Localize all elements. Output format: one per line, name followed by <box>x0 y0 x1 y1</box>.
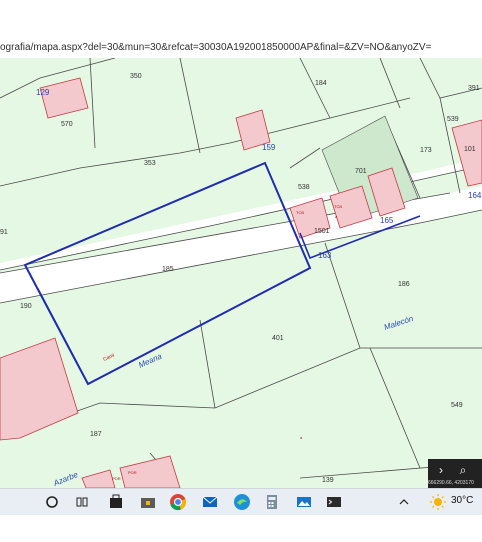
parcel-mark-1: a <box>300 435 303 440</box>
cadastral-map[interactable]: 350 184 570 353 538 173 391 539 101 701 … <box>0 58 482 488</box>
blank-area <box>0 515 482 542</box>
url-text[interactable]: ografia/mapa.aspx?del=30&mun=30&refcat=3… <box>0 42 431 53</box>
house-number-163: 163 <box>318 251 332 260</box>
parcel-185: 185 <box>162 266 174 273</box>
sun-icon[interactable] <box>428 492 448 512</box>
house-number-159: 159 <box>262 143 276 152</box>
parcel-139: 139 <box>322 477 334 484</box>
parcel-1501: 1501 <box>314 228 330 235</box>
task-view-icon[interactable] <box>72 492 92 512</box>
street-azarbe: Azarbe <box>51 470 79 488</box>
building-label-por-2: POR <box>128 470 137 475</box>
parcel-173: 173 <box>420 147 432 154</box>
magnifier-icon[interactable]: ⌕ <box>454 461 472 479</box>
house-number-164: 164 <box>468 191 482 200</box>
browser-address-bar[interactable]: ografia/mapa.aspx?del=30&mun=30&refcat=3… <box>0 38 482 59</box>
parcel-538: 538 <box>298 184 310 191</box>
parcel-91: 91 <box>0 229 8 236</box>
store-bag-icon[interactable] <box>106 492 126 512</box>
chrome-icon[interactable] <box>168 492 188 512</box>
building-label-por-1: POR <box>112 476 121 481</box>
temperature-text[interactable]: 30°C <box>451 495 473 506</box>
parcel-184: 184 <box>315 80 327 87</box>
store-icon[interactable] <box>138 492 158 512</box>
parcel-101: 101 <box>464 146 476 153</box>
circle-search-icon[interactable] <box>42 492 62 512</box>
house-number-165: 165 <box>380 216 394 225</box>
chevron-right-icon[interactable]: › <box>432 461 450 479</box>
parcel-186: 186 <box>398 281 410 288</box>
chevron-up-icon[interactable] <box>394 492 414 512</box>
parcel-701: 701 <box>355 168 367 175</box>
parcel-570: 570 <box>61 121 73 128</box>
photos-icon[interactable] <box>294 492 314 512</box>
parcel-549: 549 <box>451 402 463 409</box>
parcel-187: 187 <box>90 431 102 438</box>
terminal-icon[interactable] <box>324 492 344 512</box>
street-cami: Cami <box>102 353 115 363</box>
edge-icon[interactable] <box>232 492 252 512</box>
house-number-129: 129 <box>36 88 50 97</box>
street-malecon: Malecón <box>383 314 415 332</box>
mail-icon[interactable] <box>200 492 220 512</box>
parcel-190: 190 <box>20 303 32 310</box>
calculator-icon[interactable] <box>262 492 282 512</box>
building-label-tcb-1: TCB <box>296 210 304 215</box>
coordinate-readout: 666290.66, 4203170 <box>428 480 482 488</box>
screen: ografia/mapa.aspx?del=30&mun=30&refcat=3… <box>0 0 482 542</box>
parcel-391: 391 <box>468 85 480 92</box>
taskbar: 30°C <box>0 488 482 515</box>
building-label-tcb-2: TCB <box>334 204 342 209</box>
street-meana: Meana <box>137 351 164 369</box>
parcel-353: 353 <box>144 160 156 167</box>
parcel-350: 350 <box>130 73 142 80</box>
parcel-539: 539 <box>447 116 459 123</box>
parcel-401: 401 <box>272 335 284 342</box>
